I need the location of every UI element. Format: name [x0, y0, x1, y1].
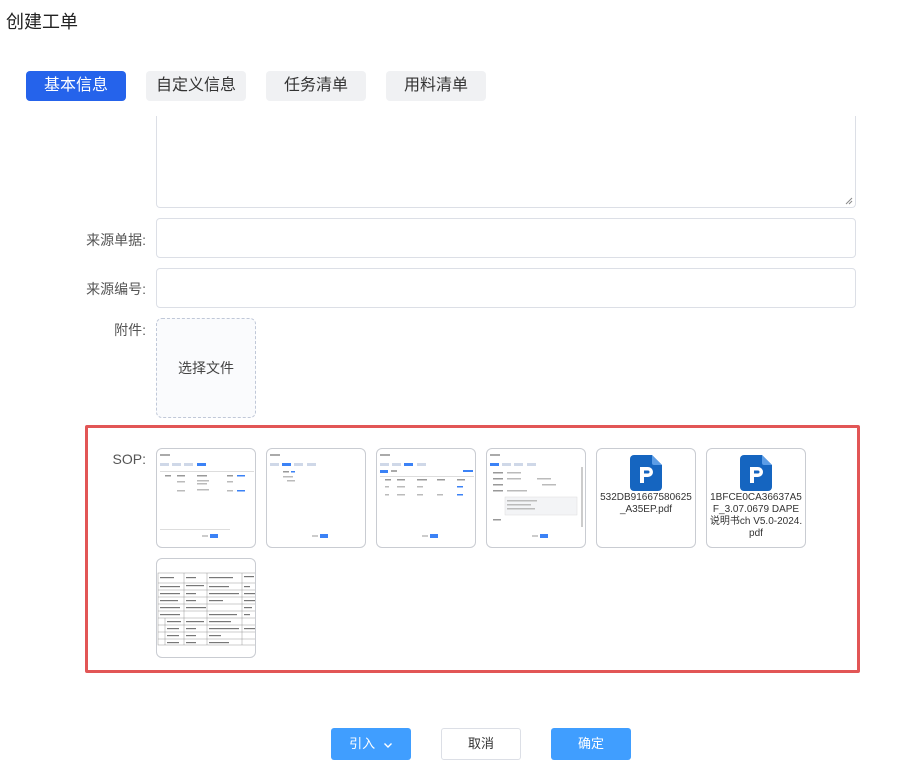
sop-pdf-2[interactable]: 1BFCE0CA36637A5F_3.07.0679 DAPE说明书ch V5.…	[706, 448, 806, 548]
resize-handle-icon[interactable]	[845, 197, 853, 205]
choose-file-label: 选择文件	[178, 360, 234, 376]
sop-thumbnail-3[interactable]	[376, 448, 476, 548]
tab-bar: 基本信息 自定义信息 任务清单 用料清单	[26, 71, 506, 101]
source-doc-label: 来源单据:	[86, 232, 146, 248]
attachment-label: 附件:	[114, 322, 146, 338]
choose-file-button[interactable]: 选择文件	[156, 318, 256, 418]
sop-label: SOP:	[112, 451, 146, 467]
document-preview-image	[380, 454, 474, 538]
confirm-button[interactable]: 确定	[551, 728, 631, 760]
description-textarea[interactable]	[156, 116, 856, 208]
source-no-input[interactable]	[156, 268, 856, 308]
pdf-icon	[740, 455, 772, 491]
document-preview-image	[490, 454, 583, 538]
source-no-label: 来源编号:	[86, 281, 146, 297]
pdf-file-name: 1BFCE0CA36637A5F_3.07.0679 DAPE说明书ch V5.…	[709, 492, 803, 539]
sop-thumbnail-2[interactable]	[266, 448, 366, 548]
tab-basic-info[interactable]: 基本信息	[26, 71, 126, 101]
import-button[interactable]: 引入	[331, 728, 411, 760]
pdf-icon	[630, 455, 662, 491]
document-preview-image	[160, 454, 254, 538]
sop-thumbnail-4[interactable]	[486, 448, 586, 548]
sop-thumbnail-7[interactable]	[156, 558, 256, 658]
page-title: 创建工单	[6, 12, 78, 32]
tab-task-list[interactable]: 任务清单	[266, 71, 366, 101]
source-doc-input[interactable]	[156, 218, 856, 258]
sop-pdf-1[interactable]: 532DB91667580625_A35EP.pdf	[596, 448, 696, 548]
import-button-label: 引入	[349, 736, 376, 751]
tab-custom-info[interactable]: 自定义信息	[146, 71, 246, 101]
tab-material-list[interactable]: 用料清单	[386, 71, 486, 101]
document-preview-image	[157, 572, 255, 646]
cancel-button[interactable]: 取消	[441, 728, 521, 760]
document-preview-image	[270, 454, 328, 538]
chevron-down-icon	[383, 742, 392, 748]
sop-thumbnail-1[interactable]	[156, 448, 256, 548]
pdf-file-name: 532DB91667580625_A35EP.pdf	[600, 492, 692, 515]
